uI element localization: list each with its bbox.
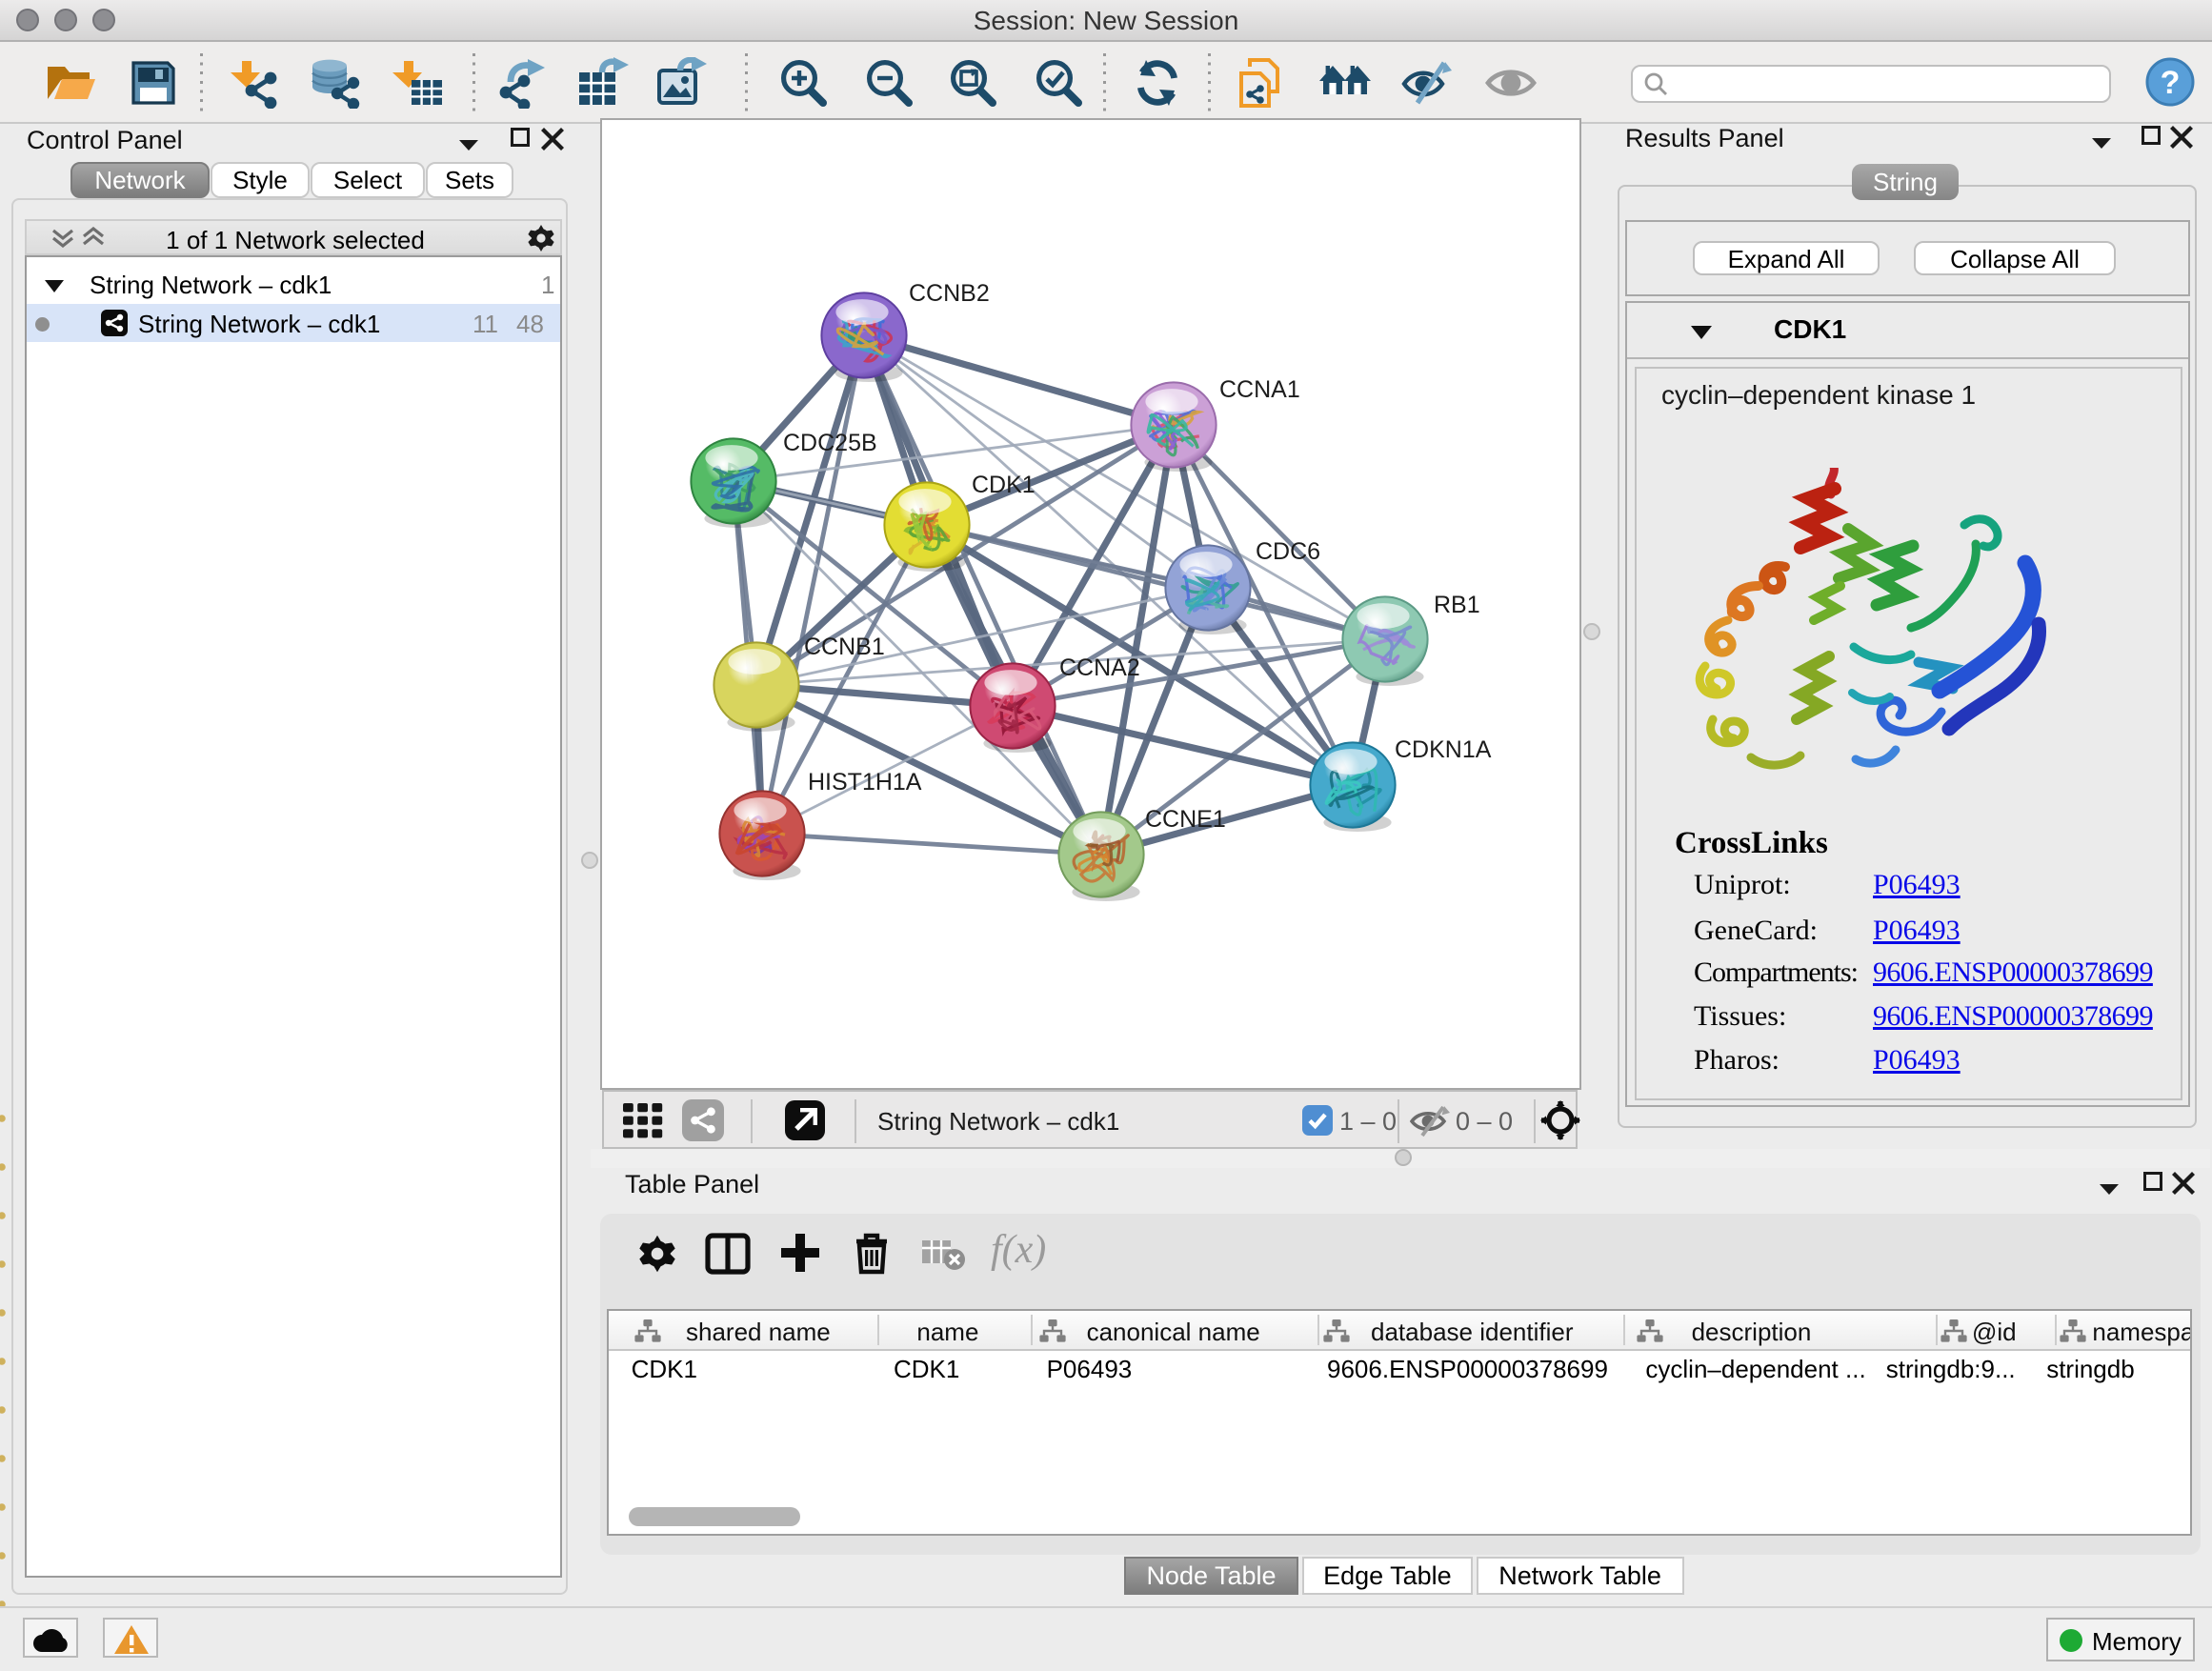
svg-text:CCNA2: CCNA2 (1059, 654, 1140, 681)
svg-text:CDKN1A: CDKN1A (1395, 736, 1492, 763)
svg-text:CCNB1: CCNB1 (804, 634, 885, 660)
svg-text:CDC25B: CDC25B (783, 430, 877, 456)
svg-text:HIST1H1A: HIST1H1A (808, 769, 922, 795)
svg-text:CCNB2: CCNB2 (909, 280, 990, 307)
svg-text:CDC6: CDC6 (1256, 538, 1320, 565)
svg-text:CCNA1: CCNA1 (1219, 376, 1300, 403)
svg-text:?: ? (2161, 65, 2181, 101)
svg-text:RB1: RB1 (1434, 592, 1480, 618)
svg-text:CCNE1: CCNE1 (1145, 806, 1226, 833)
svg-text:CDK1: CDK1 (972, 472, 1036, 498)
